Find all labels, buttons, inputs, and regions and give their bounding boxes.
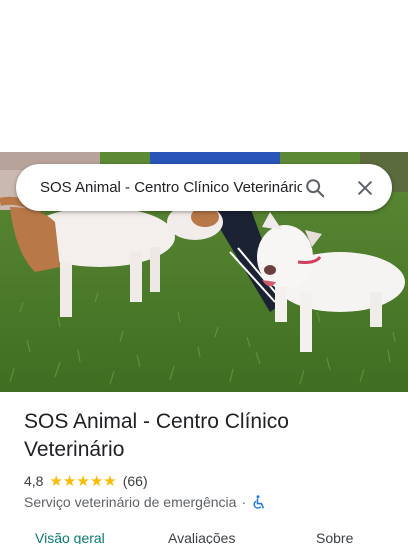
star-icon: ★	[49, 472, 63, 490]
star-icon: ★	[89, 472, 104, 490]
search-bar[interactable]: SOS Animal - Centro Clínico Veterinário	[16, 164, 392, 211]
place-title: SOS Animal - Centro Clínico Veterinário	[24, 410, 289, 461]
map-blank-area	[0, 0, 408, 152]
close-icon[interactable]	[350, 173, 380, 203]
separator: ·	[241, 494, 247, 510]
rating-row[interactable]: 4,8 ★ ★ ★ ★ ★ (66)	[24, 471, 148, 491]
star-icon: ★	[103, 472, 117, 490]
place-category: Serviço veterinário de emergência	[24, 494, 237, 510]
star-icon: ★	[76, 472, 90, 490]
tab-about[interactable]: Sobre	[316, 530, 353, 544]
category-row: Serviço veterinário de emergência ·	[24, 492, 265, 512]
star-icon: ★	[62, 472, 77, 490]
search-icon[interactable]	[300, 173, 330, 203]
review-count[interactable]: (66)	[123, 473, 148, 489]
search-input[interactable]: SOS Animal - Centro Clínico Veterinário	[40, 164, 302, 211]
rating-value: 4,8	[24, 473, 44, 489]
place-tabs: Visão geral Avaliações Sobre	[0, 530, 408, 544]
tab-reviews[interactable]: Avaliações	[168, 530, 235, 544]
tab-overview[interactable]: Visão geral	[35, 530, 105, 544]
wheelchair-icon[interactable]	[251, 494, 265, 510]
star-rating: ★ ★ ★ ★ ★	[49, 474, 116, 489]
